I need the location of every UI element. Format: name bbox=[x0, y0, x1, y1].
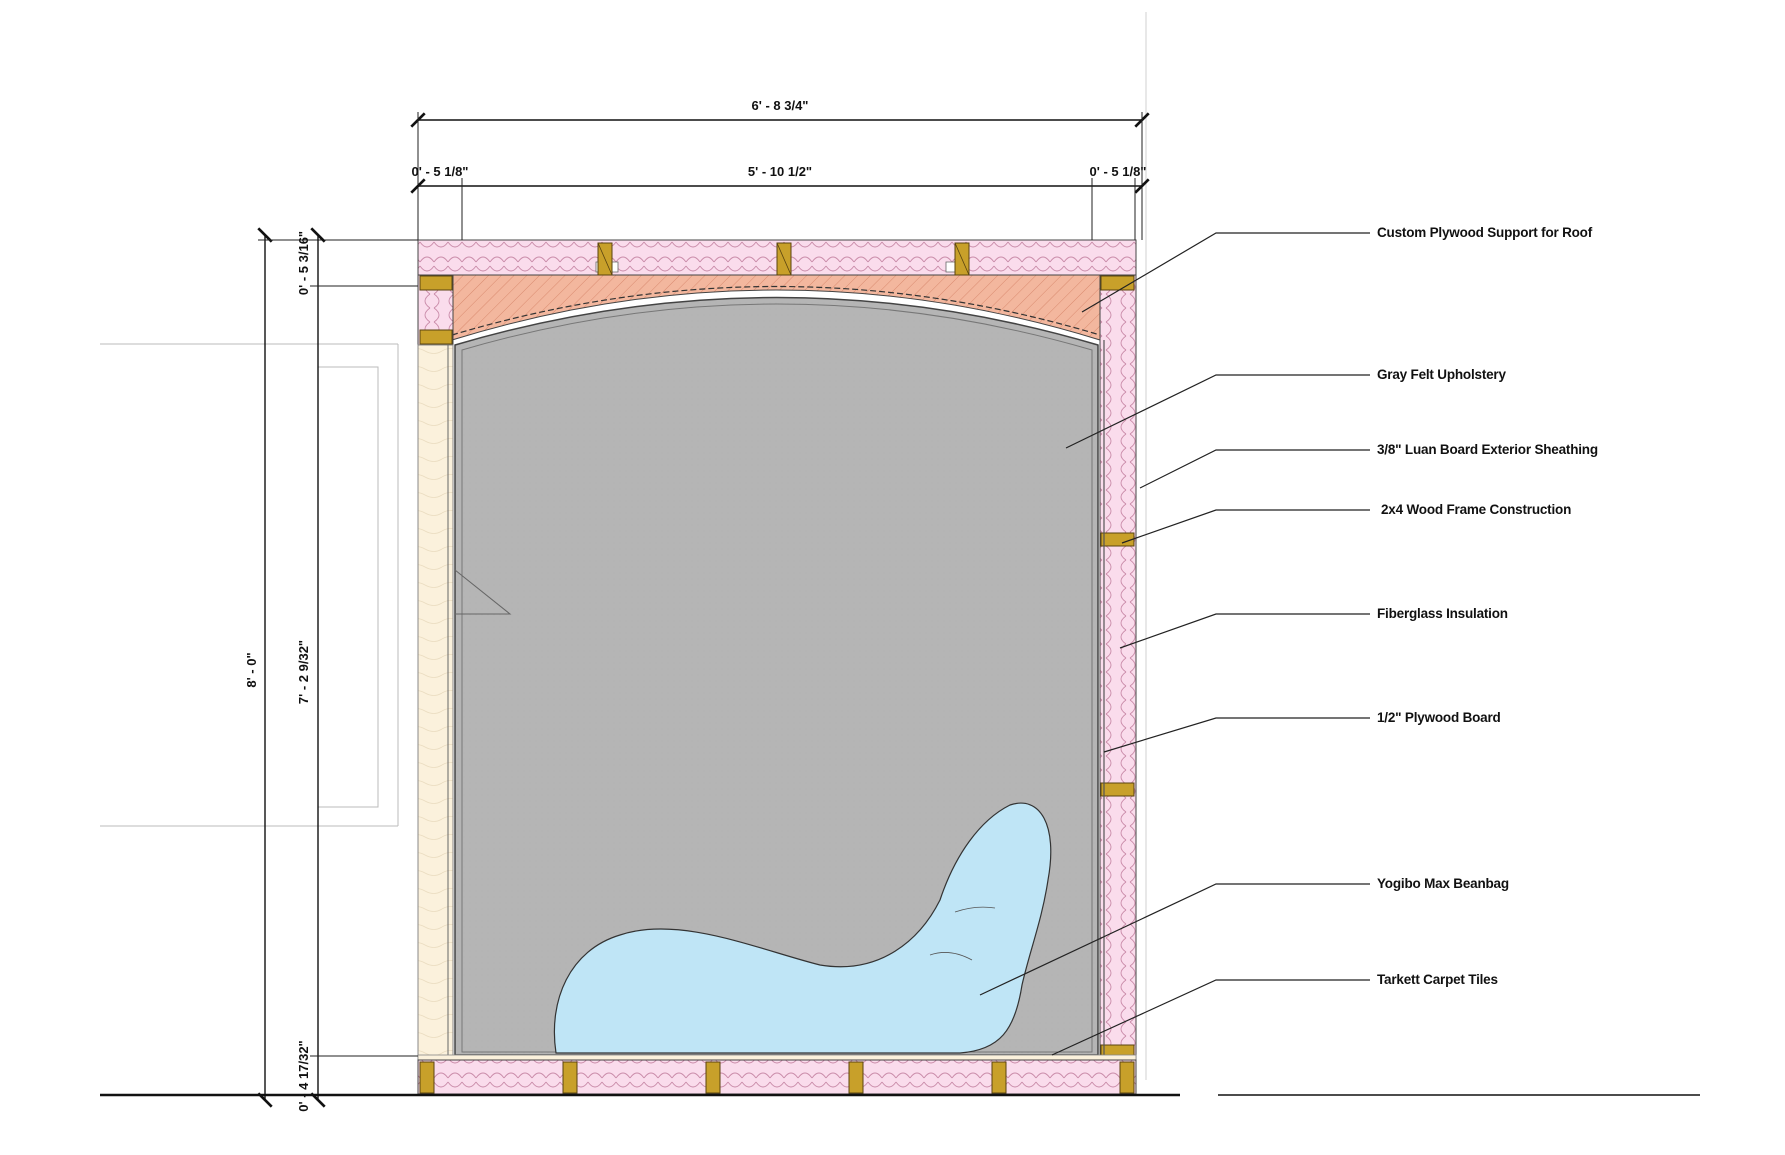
label-plywood: 1/2" Plywood Board bbox=[1377, 710, 1501, 725]
horizontal-dimensions: 6' - 8 3/4" 0' - 5 1/8" 5' - 10 1/2" 0' … bbox=[410, 98, 1150, 240]
label-beanbag: Yogibo Max Beanbag bbox=[1377, 876, 1509, 891]
vertical-dimensions: 8' - 0" 0' - 5 3/16" 7' - 2 9/32" 0' - 4… bbox=[244, 227, 418, 1112]
floor-section bbox=[100, 1054, 1700, 1097]
dim-left-wall: 0' - 5 1/8" bbox=[412, 164, 469, 179]
section-drawing: 6' - 8 3/4" 0' - 5 1/8" 5' - 10 1/2" 0' … bbox=[100, 12, 1700, 1112]
dim-overall-height: 8' - 0" bbox=[244, 652, 259, 687]
dim-floor-thickness: 0' - 4 17/32" bbox=[296, 1040, 311, 1111]
dim-interior-width: 5' - 10 1/2" bbox=[748, 164, 812, 179]
label-sheathing: 3/8" Luan Board Exterior Sheathing bbox=[1377, 442, 1598, 457]
callout-labels: Custom Plywood Support for Roof Gray Fel… bbox=[1377, 225, 1598, 987]
label-insulation: Fiberglass Insulation bbox=[1377, 606, 1508, 621]
label-roof-support: Custom Plywood Support for Roof bbox=[1377, 225, 1593, 240]
dim-overall-width: 6' - 8 3/4" bbox=[752, 98, 809, 113]
dim-interior-height: 7' - 2 9/32" bbox=[296, 640, 311, 704]
dim-right-wall: 0' - 5 1/8" bbox=[1090, 164, 1147, 179]
right-wall bbox=[1099, 274, 1137, 1061]
label-framing: 2x4 Wood Frame Construction bbox=[1381, 502, 1571, 517]
left-wall bbox=[417, 274, 454, 1061]
label-upholstery: Gray Felt Upholstery bbox=[1377, 367, 1506, 382]
dim-roof-thickness: 0' - 5 3/16" bbox=[296, 231, 311, 295]
label-carpet: Tarkett Carpet Tiles bbox=[1377, 972, 1498, 987]
